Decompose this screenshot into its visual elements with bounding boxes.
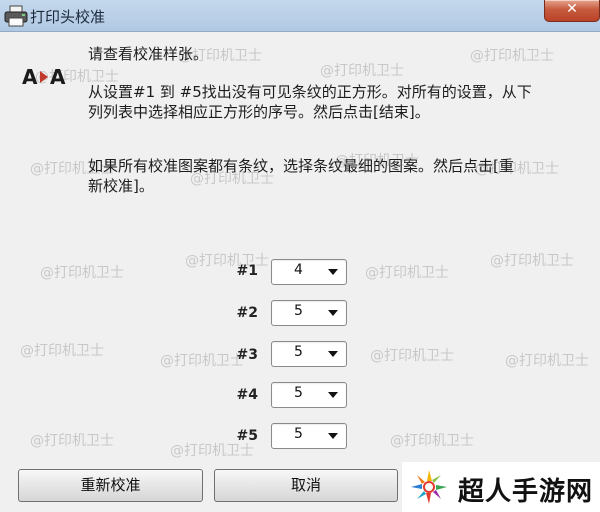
instruction-text: 从设置#1 到 #5找出没有可见条纹的正方形。对所有的设置，从下 <box>88 83 532 101</box>
chevron-down-icon <box>328 392 338 398</box>
title-bar: 打印头校准 ✕ <box>0 0 600 32</box>
setting-5-select[interactable]: 5 <box>271 423 347 449</box>
alignment-icon-letter: A <box>50 65 66 89</box>
setting-1-label: #1 <box>236 263 258 279</box>
setting-5-value: 5 <box>294 426 303 442</box>
setting-3-label: #3 <box>236 347 258 363</box>
setting-3-select[interactable]: 5 <box>271 341 347 367</box>
setting-4-label: #4 <box>236 387 258 403</box>
brand-logo-icon <box>411 470 447 504</box>
close-button[interactable]: ✕ <box>544 0 600 22</box>
setting-5-label: #5 <box>236 428 258 444</box>
instruction-text: 新校准]。 <box>88 177 154 195</box>
instruction-text: 如果所有校准图案都有条纹，选择条纹最细的图案。然后点击[重 <box>88 157 514 175</box>
chevron-down-icon <box>328 351 338 357</box>
close-icon: ✕ <box>566 1 578 17</box>
setting-2-label: #2 <box>236 305 258 321</box>
setting-4-select[interactable]: 5 <box>271 382 347 408</box>
setting-2-select[interactable]: 5 <box>271 300 347 326</box>
brand-name: 超人手游网 <box>458 477 594 507</box>
setting-1-value: 4 <box>294 262 303 278</box>
setting-1-select[interactable]: 4 <box>271 259 347 285</box>
instruction-heading: 请查看校准样张。 <box>88 45 209 63</box>
arrow-right-icon <box>40 71 48 83</box>
chevron-down-icon <box>328 310 338 316</box>
window-title: 打印头校准 <box>30 8 106 26</box>
setting-4-value: 5 <box>294 385 303 401</box>
recalibrate-button[interactable]: 重新校准 <box>18 469 203 502</box>
setting-2-value: 5 <box>294 303 303 319</box>
alignment-icon: A A <box>22 66 74 88</box>
setting-3-value: 5 <box>294 344 303 360</box>
instruction-text: 列列表中选择相应正方形的序号。然后点击[结束]。 <box>88 103 430 121</box>
site-brand: 超人手游网 <box>402 462 600 512</box>
cancel-button[interactable]: 取消 <box>214 469 398 502</box>
chevron-down-icon <box>328 433 338 439</box>
alignment-icon-letter: A <box>22 65 38 89</box>
chevron-down-icon <box>328 269 338 275</box>
printer-app-icon <box>4 5 28 27</box>
